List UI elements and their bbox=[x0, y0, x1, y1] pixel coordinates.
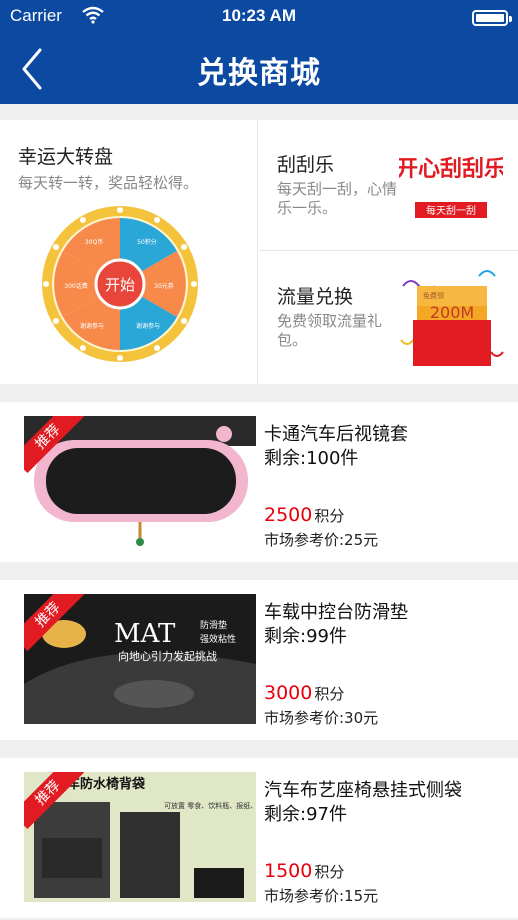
traffic-exchange-card[interactable]: 流量兑换 免费领取流量礼包。 免费领 200M bbox=[259, 252, 518, 383]
seatbag-note: 可放置 零食、饮料瓶、报纸、杂物... bbox=[164, 801, 256, 810]
wheel-prize-3: 谢谢参与 bbox=[136, 322, 160, 330]
games-section: 幸运大转盘 每天转一转，奖品轻松得。 50积分 30元券 谢谢参与 谢谢参与 3… bbox=[0, 120, 518, 384]
product-points: 3000 积分 bbox=[264, 682, 344, 704]
scratch-title: 刮刮乐 bbox=[277, 154, 335, 176]
product-points: 2500 积分 bbox=[264, 504, 344, 526]
traffic-subtitle: 免费领取流量礼包。 bbox=[277, 312, 383, 349]
navigation-bar: 兑换商城 bbox=[0, 34, 518, 104]
wheel-prize-4: 谢谢参与 bbox=[80, 322, 104, 330]
product-name: 汽车布艺座椅悬挂式侧袋 bbox=[264, 780, 462, 801]
scratch-banner-image: 开心刮刮乐 每天刮一刮 bbox=[399, 156, 503, 218]
product-name: 卡通汽车后视镜套 bbox=[264, 424, 408, 445]
product-stock: 剩余:99件 bbox=[264, 626, 347, 647]
lucky-wheel-card[interactable]: 幸运大转盘 每天转一转，奖品轻松得。 50积分 30元券 谢谢参与 谢谢参与 3… bbox=[0, 120, 258, 384]
market-price: 市场参考价:15元 bbox=[264, 887, 379, 905]
scratch-slogan: 每天刮一刮 bbox=[426, 204, 476, 217]
product-image: 汽车防水椅背袋 可放置 零食、饮料瓶、报纸、杂物... 推荐 bbox=[24, 772, 256, 902]
points-unit: 积分 bbox=[314, 507, 345, 525]
wheel-prize-6: 30Q币 bbox=[85, 239, 103, 246]
points-value: 2500 bbox=[264, 504, 313, 526]
points-unit: 积分 bbox=[314, 685, 345, 703]
product-card[interactable]: 推荐 卡通汽车后视镜套 剩余:100件 2500 积分 市场参考价:25元 bbox=[0, 402, 518, 562]
battery-icon bbox=[472, 10, 512, 26]
page-title: 兑换商城 bbox=[197, 56, 321, 91]
market-price: 市场参考价:30元 bbox=[264, 709, 379, 727]
mat-slogan: 向地心引力发起挑战 bbox=[118, 649, 217, 663]
scratch-banner-text: 开心刮刮乐 bbox=[399, 156, 503, 182]
mat-tag-1: 防滑垫 bbox=[200, 619, 227, 631]
scratch-card[interactable]: 刮刮乐 每天刮一刮，心情乐一乐。 开心刮刮乐 每天刮一刮 bbox=[259, 120, 518, 251]
traffic-gift-image: 免费领 200M bbox=[400, 270, 504, 366]
product-card[interactable]: 汽车防水椅背袋 可放置 零食、饮料瓶、报纸、杂物... 推荐 汽车布艺座椅悬挂式… bbox=[0, 758, 518, 918]
product-stock: 剩余:100件 bbox=[264, 448, 359, 469]
lucky-wheel-subtitle: 每天转一转，奖品轻松得。 bbox=[18, 174, 199, 192]
lucky-wheel-title: 幸运大转盘 bbox=[18, 146, 114, 168]
points-unit: 积分 bbox=[314, 863, 345, 881]
wheel-prize-1: 50积分 bbox=[137, 238, 157, 246]
clock: 10:23 AM bbox=[221, 6, 296, 25]
product-stock: 剩余:97件 bbox=[264, 804, 347, 825]
scratch-subtitle: 每天刮一刮，心情乐一乐。 bbox=[277, 180, 398, 217]
points-value: 1500 bbox=[264, 860, 313, 882]
wheel-start-button[interactable]: 开始 bbox=[105, 276, 135, 294]
status-bar: Carrier 10:23 AM bbox=[0, 0, 518, 34]
traffic-amount: 200M bbox=[430, 303, 474, 322]
product-card[interactable]: MAT 防滑垫 强效粘性 向地心引力发起挑战 推荐 车载中控台防滑垫 剩余:99… bbox=[0, 580, 518, 740]
wheel-prize-2: 30元券 bbox=[154, 282, 174, 290]
lucky-wheel-graphic: 50积分 30元券 谢谢参与 谢谢参与 300话费 30Q币 开始 bbox=[42, 206, 198, 362]
traffic-title: 流量兑换 bbox=[277, 286, 354, 308]
wheel-prize-5: 300话费 bbox=[64, 282, 87, 290]
product-image: 推荐 bbox=[24, 416, 256, 546]
points-value: 3000 bbox=[264, 682, 313, 704]
market-price: 市场参考价:25元 bbox=[264, 531, 379, 549]
product-name: 车载中控台防滑垫 bbox=[264, 602, 408, 623]
product-points: 1500 积分 bbox=[264, 860, 344, 882]
product-image: MAT 防滑垫 强效粘性 向地心引力发起挑战 推荐 bbox=[24, 594, 256, 724]
traffic-tag: 免费领 bbox=[423, 291, 444, 300]
mat-big-text: MAT bbox=[114, 619, 176, 649]
mat-tag-2: 强效粘性 bbox=[200, 633, 236, 645]
